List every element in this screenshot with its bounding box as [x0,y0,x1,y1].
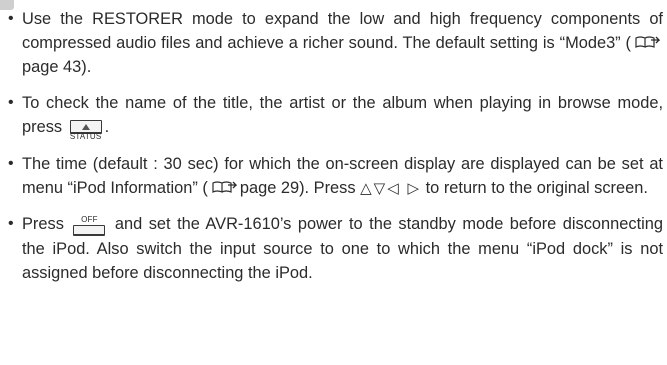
status-button-icon: STATUS [68,118,104,141]
note-text: ). Press [299,179,361,197]
note-text: and set the AVR-1610’s power to the stan… [22,215,664,282]
cursor-arrows-icon: △▽◁ ▷ [360,179,422,197]
bullet-icon: • [8,94,14,111]
note-text: Use the RESTORER mode to expand the low … [22,10,663,52]
note-power-off: • Press OFF and set the AVR-1610’s power… [7,212,663,285]
note-text: To check the name of the title, the arti… [22,94,663,136]
note-text: to return to the original screen. [421,179,648,197]
note-status: • To check the name of the title, the ar… [7,91,663,141]
note-restorer: • Use the RESTORER mode to expand the lo… [7,7,663,79]
note-text: ). [81,58,92,76]
notes-list: • Use the RESTORER mode to expand the lo… [7,7,663,297]
note-display-time: • The time (default : 30 sec) for which … [7,152,663,200]
note-text: Press [22,215,71,233]
off-key-label: OFF [81,215,98,224]
note-text: . [104,118,110,136]
page-reference-link[interactable]: page 43 [22,58,81,76]
status-key-label: STATUS [69,132,102,141]
bullet-icon: • [8,10,14,27]
reference-book-icon [634,32,661,48]
bullet-icon: • [8,155,14,172]
reference-book-icon [211,177,238,193]
bullet-icon: • [8,215,14,232]
off-button-icon: OFF [71,215,107,237]
page-reference-link[interactable]: page 29 [240,179,299,197]
